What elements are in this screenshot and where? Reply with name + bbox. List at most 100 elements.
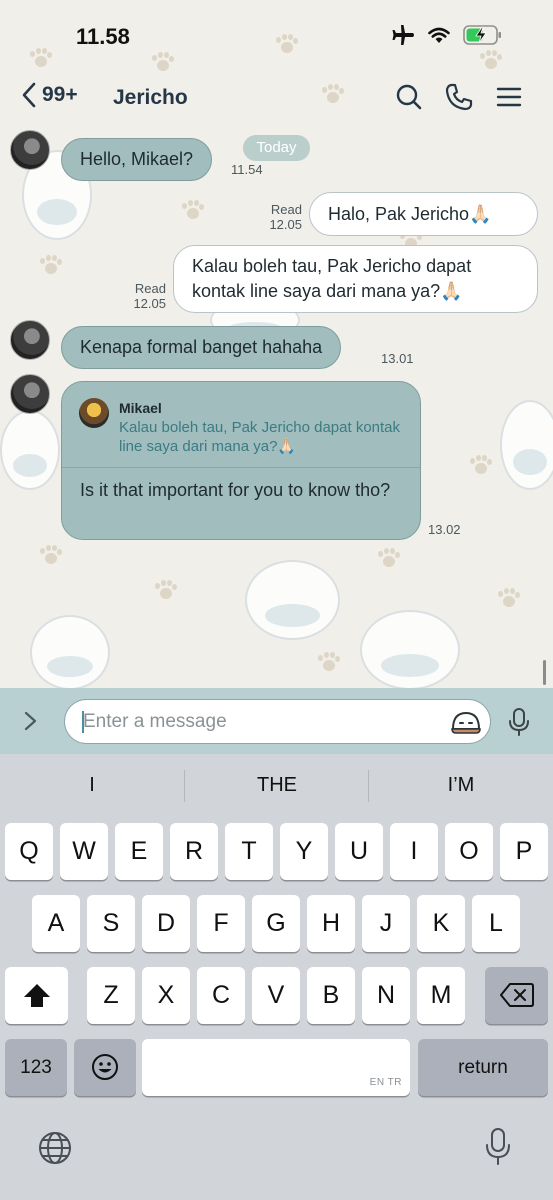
quote-sender-name: Mikael (119, 400, 162, 416)
chevron-right-icon[interactable] (20, 710, 40, 732)
key-u[interactable]: U (335, 823, 383, 880)
message-bubble-incoming[interactable]: Hello, Mikael? (61, 138, 213, 181)
text-cursor (82, 711, 84, 733)
key-w[interactable]: W (60, 823, 108, 880)
back-button[interactable]: 99+ (20, 80, 78, 110)
status-time: 11.58 (76, 24, 130, 49)
key-v[interactable]: V (252, 967, 300, 1024)
suggestion-item[interactable]: THE (185, 774, 369, 797)
airplane-icon (392, 25, 414, 45)
paw-print-decoration (40, 545, 62, 565)
paw-print-decoration (378, 548, 400, 568)
date-divider: Today (243, 135, 310, 161)
paw-print-decoration (470, 455, 492, 475)
key-y[interactable]: Y (280, 823, 328, 880)
message-bubble-outgoing[interactable]: Halo, Pak Jericho🙏🏻 (309, 192, 538, 236)
avatar[interactable] (10, 374, 50, 414)
read-receipt: Read (270, 202, 302, 217)
key-i[interactable]: I (390, 823, 438, 880)
numbers-key[interactable]: 123 (5, 1039, 67, 1096)
key-k[interactable]: K (417, 895, 465, 952)
key-m[interactable]: M (417, 967, 465, 1024)
suggestion-bar: I THE I’M (0, 754, 553, 820)
key-q[interactable]: Q (5, 823, 53, 880)
seal-decoration (0, 410, 60, 490)
message-input-bar (0, 688, 553, 754)
message-bubble-outgoing[interactable]: Kalau boleh tau, Pak Jericho dapat konta… (173, 245, 538, 313)
chat-title: Jericho (113, 86, 188, 109)
microphone-icon[interactable] (485, 1128, 511, 1166)
seal-decoration (245, 560, 340, 640)
sticker-icon[interactable] (450, 709, 482, 735)
keyboard-language-label: EN TR (369, 1077, 402, 1088)
key-s[interactable]: S (87, 895, 135, 952)
key-g[interactable]: G (252, 895, 300, 952)
message-text: Is it that important for you to know tho… (80, 480, 391, 500)
message-meta: Read 12.05 (126, 281, 166, 311)
paw-print-decoration (155, 580, 177, 600)
paw-print-decoration (318, 652, 340, 672)
key-f[interactable]: F (197, 895, 245, 952)
paw-print-decoration (498, 588, 520, 608)
status-icons (391, 24, 503, 46)
seal-decoration (500, 400, 553, 490)
message-time: 12.05 (269, 217, 302, 232)
key-h[interactable]: H (307, 895, 355, 952)
microphone-icon[interactable] (508, 708, 530, 736)
message-time: 12.05 (133, 296, 166, 311)
message-bubble-reply[interactable]: Mikael Kalau boleh tau, Pak Jericho dapa… (61, 381, 421, 540)
avatar[interactable] (10, 320, 50, 360)
backspace-icon (499, 983, 534, 1007)
hamburger-menu-icon[interactable] (494, 82, 524, 112)
chat-header: 99+ Jericho (0, 72, 553, 124)
key-p[interactable]: P (500, 823, 548, 880)
chevron-left-icon (22, 82, 36, 108)
key-r[interactable]: R (170, 823, 218, 880)
key-d[interactable]: D (142, 895, 190, 952)
quote-text: Kalau boleh tau, Pak Jericho dapat konta… (119, 419, 401, 455)
emoji-icon (92, 1054, 118, 1080)
shift-icon (23, 984, 50, 1007)
space-key[interactable]: EN TR (142, 1039, 410, 1096)
quote-avatar (79, 398, 109, 428)
message-time: 11.54 (231, 162, 263, 177)
wifi-icon (428, 27, 450, 43)
shift-key[interactable] (5, 967, 68, 1024)
paw-print-decoration (40, 255, 62, 275)
key-e[interactable]: E (115, 823, 163, 880)
message-time: 13.02 (428, 522, 461, 537)
emoji-key[interactable] (74, 1039, 136, 1096)
key-b[interactable]: B (307, 967, 355, 1024)
phone-icon[interactable] (444, 82, 474, 112)
delete-key[interactable] (485, 967, 548, 1024)
key-o[interactable]: O (445, 823, 493, 880)
suggestion-item[interactable]: I’M (369, 774, 553, 797)
message-input[interactable] (64, 699, 491, 744)
globe-icon[interactable] (37, 1130, 73, 1166)
return-key[interactable]: return (418, 1039, 548, 1096)
message-time: 13.01 (381, 351, 414, 366)
key-z[interactable]: Z (87, 967, 135, 1024)
keyboard: I THE I’M Q W E R T Y U I O P A S D F G … (0, 754, 553, 1200)
status-bar: 11.58 (0, 0, 553, 70)
read-receipt: Read (134, 281, 166, 296)
seal-decoration (30, 615, 110, 690)
key-a[interactable]: A (32, 895, 80, 952)
key-c[interactable]: C (197, 967, 245, 1024)
avatar[interactable] (10, 130, 50, 170)
battery-charging-icon (463, 25, 501, 45)
paw-print-decoration (182, 200, 204, 220)
key-n[interactable]: N (362, 967, 410, 1024)
key-l[interactable]: L (472, 895, 520, 952)
key-j[interactable]: J (362, 895, 410, 952)
suggestion-item[interactable]: I (0, 774, 184, 797)
key-x[interactable]: X (142, 967, 190, 1024)
search-icon[interactable] (394, 82, 424, 112)
message-meta: Read 12.05 (262, 202, 302, 232)
seal-decoration (360, 610, 460, 690)
message-bubble-incoming[interactable]: Kenapa formal banget hahaha (61, 326, 342, 369)
quoted-message[interactable]: Mikael Kalau boleh tau, Pak Jericho dapa… (62, 382, 420, 468)
scroll-indicator[interactable] (543, 660, 546, 685)
unread-count: 99+ (42, 83, 78, 106)
key-t[interactable]: T (225, 823, 273, 880)
